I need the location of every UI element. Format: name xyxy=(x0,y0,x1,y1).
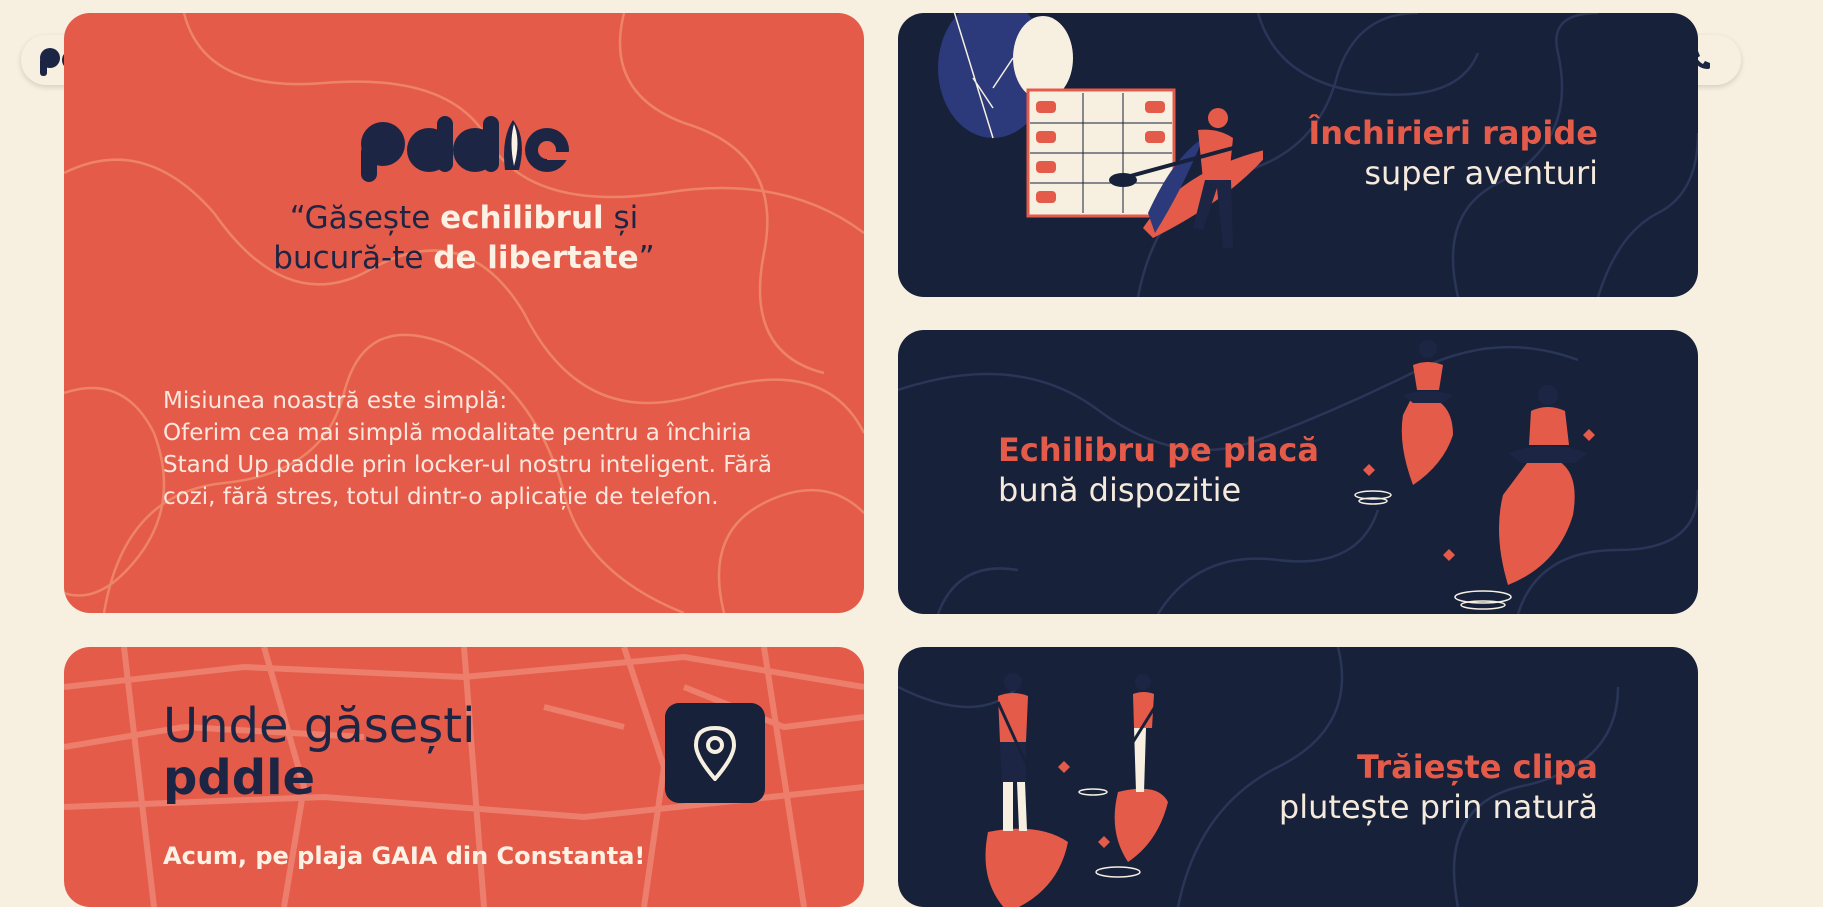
feature-highlight: Închirieri rapide xyxy=(1308,114,1598,152)
feature-card-balance: Echilibru pe placă bună dispozitie xyxy=(898,330,1698,614)
feature-text-moment: Trăiește clipa plutește prin natură xyxy=(1279,747,1598,827)
feature-subtitle: bună dispozitie xyxy=(998,471,1242,509)
locker-paddler-illustration xyxy=(938,13,1263,248)
map-pin-icon xyxy=(693,725,737,781)
paddlers-illustration xyxy=(985,673,1168,907)
mission-body: Oferim cea mai simplă modalitate pentru … xyxy=(163,420,772,510)
feature-card-moment: Trăiește clipa plutește prin natură xyxy=(898,647,1698,907)
feature-text-rentals: Închirieri rapide super aventuri xyxy=(1308,113,1598,193)
location-title: Unde găsești pddle xyxy=(163,698,476,806)
hero-quote: “Găsește echilibrul și bucură-te de libe… xyxy=(273,200,655,276)
feature-subtitle: plutește prin natură xyxy=(1278,788,1598,826)
hero-brand-logo xyxy=(355,114,573,188)
feature-highlight: Trăiește clipa xyxy=(1357,748,1598,786)
feature-text-balance: Echilibru pe placă bună dispozitie xyxy=(998,430,1319,510)
feature-highlight: Echilibru pe placă xyxy=(998,431,1319,469)
feature-subtitle: super aventuri xyxy=(1364,154,1598,192)
hero-topography-decor xyxy=(64,13,864,613)
location-map-button[interactable] xyxy=(665,703,765,803)
feature-card-rentals: Închirieri rapide super aventuri xyxy=(898,13,1698,297)
mission-text: Misiunea noastră este simplă: Oferim cea… xyxy=(163,385,783,513)
mission-title: Misiunea noastră este simplă: xyxy=(163,388,508,414)
hero-card xyxy=(64,13,864,613)
yoga-paddle-illustration xyxy=(1354,340,1595,610)
location-subtitle: Acum, pe plaja GAIA din Constanta! xyxy=(163,842,646,870)
